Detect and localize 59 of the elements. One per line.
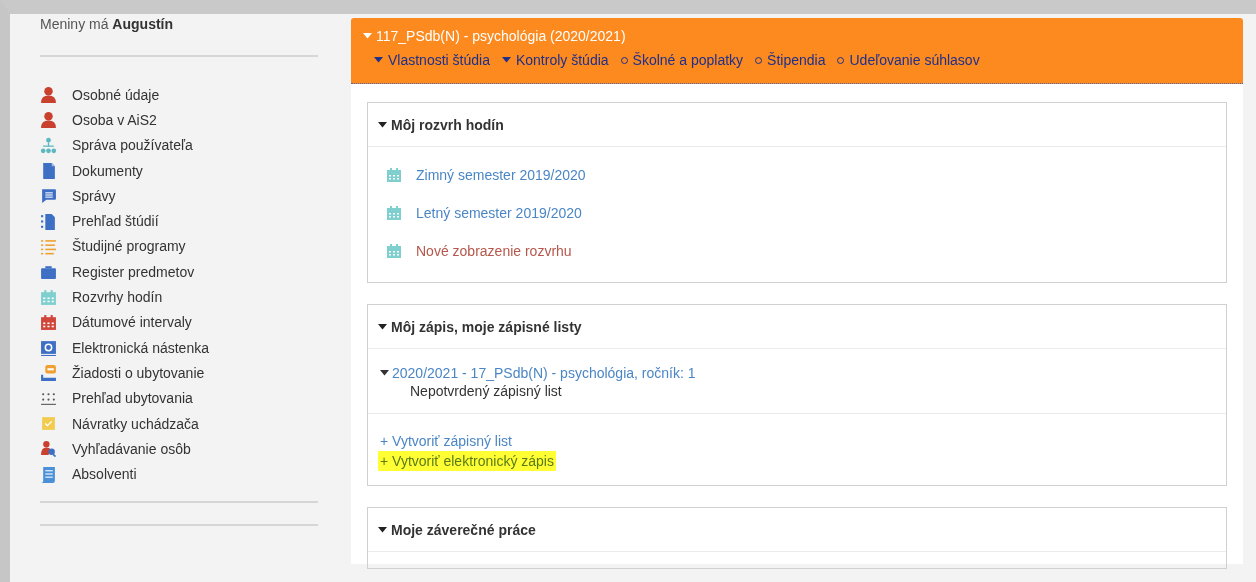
list-document-icon: [40, 212, 57, 230]
caret-icon: [363, 33, 372, 39]
schedule-link[interactable]: Nové zobrazenie rozvrhu: [386, 232, 572, 270]
caret-icon: [378, 121, 387, 128]
sidebar-item[interactable]: Vyhľadávanie osôb: [40, 436, 191, 462]
calendar-icon: [386, 205, 402, 221]
caret-icon: [378, 526, 387, 533]
card-title: Moje záverečné práce: [391, 521, 536, 538]
sidebar-item[interactable]: Študijné programy: [40, 233, 186, 260]
schedule-link[interactable]: Zimný semester 2019/2020: [386, 156, 586, 194]
caret-icon: [380, 370, 389, 376]
sidebar-item[interactable]: Dokumenty: [40, 157, 143, 184]
sidebar-item[interactable]: Absolventi: [40, 461, 137, 487]
message-icon: [40, 187, 57, 205]
person-icon: [40, 111, 57, 129]
sidebar-item[interactable]: Elektronická nástenka: [40, 334, 209, 361]
caret-icon: [378, 323, 387, 330]
document-icon: [40, 162, 57, 180]
sidebar-item[interactable]: Správy: [40, 183, 116, 209]
study-nav-link[interactable]: Školné a poplatky: [620, 52, 744, 68]
sidebar-item[interactable]: Dátumové intervaly: [40, 309, 192, 335]
sidebar-item[interactable]: Prehľad ubytovania: [40, 385, 193, 411]
study-nav-link[interactable]: Štipendia: [755, 52, 826, 68]
calendar-icon: [386, 243, 402, 259]
person-search-icon: [40, 440, 57, 458]
sidebar-item[interactable]: Osobné údaje: [40, 82, 160, 108]
sidebar-item[interactable]: Žiadosti o ubytovanie: [40, 360, 205, 386]
briefcase-icon: [40, 263, 57, 281]
list-icon: [40, 237, 57, 255]
person-icon: [40, 86, 57, 104]
calendar-icon: [386, 167, 402, 183]
sidebar-item[interactable]: Osoba v AiS2: [40, 107, 157, 133]
bed-icon: [40, 364, 57, 382]
sidebar-item[interactable]: Návratky uchádzača: [40, 410, 199, 437]
scroll-icon: [40, 465, 57, 483]
calendar-icon: [40, 288, 57, 306]
card-header[interactable]: Môj rozvrh hodín: [368, 103, 1226, 147]
schedule-link[interactable]: Letný semester 2019/2020: [386, 194, 582, 232]
hierarchy-icon: [40, 136, 57, 154]
name-day-text: Meniny má Augustín: [40, 16, 174, 32]
card-title: Môj zápis, moje zápisné listy: [391, 318, 582, 335]
card-header[interactable]: Môj zápis, moje zápisné listy: [368, 305, 1226, 349]
caret-icon: [374, 57, 383, 63]
study-nav-link[interactable]: Vlastnosti štúdia: [374, 52, 490, 68]
card-header[interactable]: Moje záverečné práce: [368, 508, 1226, 552]
sidebar-item[interactable]: Rozvrhy hodín: [40, 284, 163, 310]
sidebar-item[interactable]: Prehľad štúdií: [40, 208, 159, 234]
study-nav-link[interactable]: Udeľovanie súhlasov: [837, 52, 980, 68]
enrollment-link[interactable]: 2020/2021 - 17_PSdb(N) - psychológia, ročník: 1: [380, 365, 696, 381]
caret-icon: [501, 57, 511, 63]
card-title: Môj rozvrh hodín: [391, 116, 504, 133]
create-link[interactable]: + Vytvoriť zápisný list: [378, 431, 514, 451]
enrollment-status: Nepotvrdený zápisný list: [410, 383, 562, 399]
checkbox-icon: [40, 415, 57, 432]
create-link[interactable]: + Vytvoriť elektronický zápis: [378, 451, 556, 471]
study-nav-link[interactable]: Kontroly štúdia: [501, 52, 609, 68]
sidebar-item[interactable]: Správa používateľa: [40, 132, 193, 158]
sidebar-item[interactable]: Register predmetov: [40, 259, 195, 285]
calendar-icon: [40, 313, 57, 331]
